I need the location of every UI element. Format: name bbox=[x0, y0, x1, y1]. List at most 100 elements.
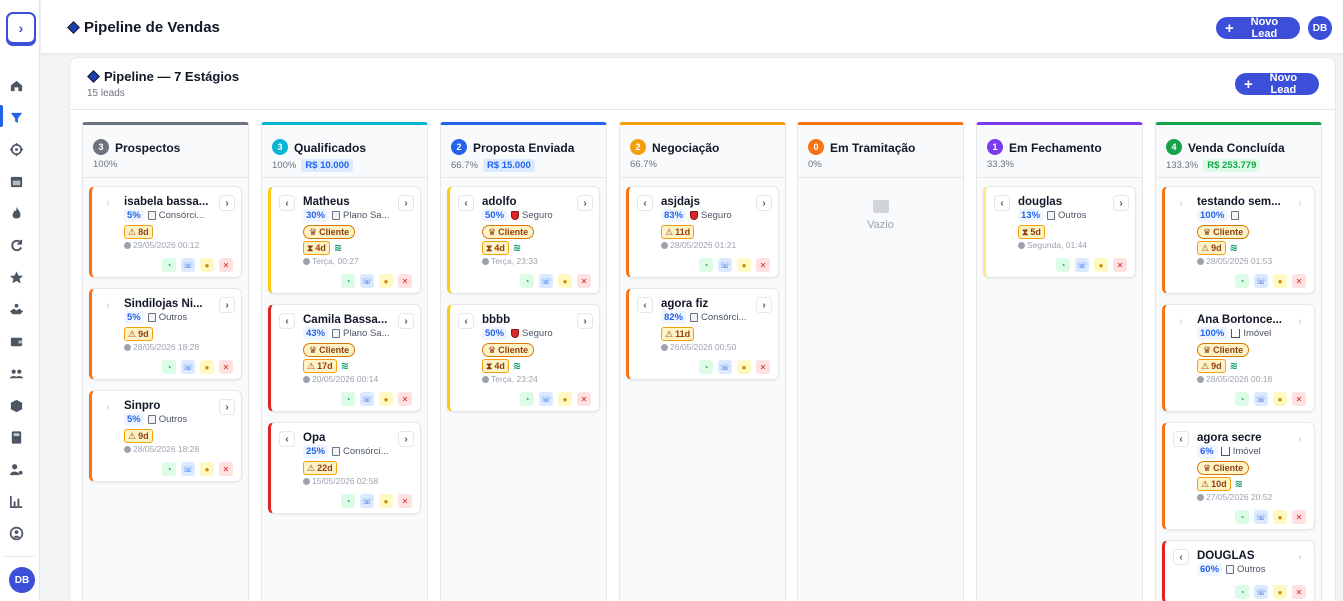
whatsapp-button[interactable]: ◔ bbox=[341, 274, 355, 288]
lead-card[interactable]: ‹ isabela bassa... › 5% Consórci... ⚠ 8d 29/05/… bbox=[89, 186, 242, 278]
move-next-button[interactable]: › bbox=[398, 431, 414, 447]
tip-button[interactable]: ● bbox=[737, 360, 751, 374]
tip-button[interactable]: ● bbox=[200, 360, 214, 374]
delete-button[interactable]: ✕ bbox=[577, 392, 591, 406]
move-next-button[interactable]: › bbox=[219, 399, 235, 415]
call-button[interactable]: ☏ bbox=[539, 392, 553, 406]
whatsapp-button[interactable]: ◔ bbox=[1235, 392, 1249, 406]
tip-button[interactable]: ● bbox=[558, 274, 572, 288]
tip-button[interactable]: ● bbox=[200, 258, 214, 272]
lead-card[interactable]: ‹ bbbb › 50% Seguro ♛ Cliente ⧗ 4d ≋ Terça, 23:24 ◔… bbox=[447, 304, 600, 412]
lead-card[interactable]: ‹ douglas › 13% Outros ⧗ 5d Segunda, 01:44 ◔ ☏ ● ✕ bbox=[983, 186, 1136, 278]
sidebar-nav-home[interactable] bbox=[7, 76, 25, 94]
call-button[interactable]: ☏ bbox=[181, 462, 195, 476]
move-prev-button[interactable]: ‹ bbox=[1173, 549, 1189, 565]
user-avatar[interactable]: DB bbox=[9, 567, 35, 593]
whatsapp-button[interactable]: ◔ bbox=[1056, 258, 1070, 272]
lead-card[interactable]: ‹ Sindilojas Ni... › 5% Outros ⚠ 9d 28/05/2026 … bbox=[89, 288, 242, 380]
lead-card[interactable]: ‹ testando sem... › 100% ♛ Cliente ⚠ 9d ≋ 28/05/2… bbox=[1162, 186, 1315, 294]
call-button[interactable]: ☏ bbox=[181, 360, 195, 374]
move-next-button[interactable]: › bbox=[756, 195, 772, 211]
move-prev-button[interactable]: ‹ bbox=[1173, 431, 1189, 447]
call-button[interactable]: ☏ bbox=[181, 258, 195, 272]
new-lead-button[interactable]: + Novo Lead bbox=[1216, 16, 1300, 40]
tip-button[interactable]: ● bbox=[1273, 585, 1287, 599]
lead-card[interactable]: ‹ Opa › 25% Consórci... ⚠ 22d 15/05/2026 02:58 ◔… bbox=[268, 422, 421, 514]
lead-card[interactable]: ‹ agora fiz › 82% Consórci... ⚠ 11d 26/05/2026 … bbox=[626, 288, 779, 380]
tip-button[interactable]: ● bbox=[379, 274, 393, 288]
move-next-button[interactable]: › bbox=[219, 195, 235, 211]
delete-button[interactable]: ✕ bbox=[1292, 392, 1306, 406]
move-next-button[interactable]: › bbox=[577, 313, 593, 329]
move-prev-button[interactable]: ‹ bbox=[637, 297, 653, 313]
lead-card[interactable]: ‹ Camila Bassa... › 43% Plano Sa... ♛ Cliente ⚠… bbox=[268, 304, 421, 412]
call-button[interactable]: ☏ bbox=[1254, 510, 1268, 524]
tip-button[interactable]: ● bbox=[379, 392, 393, 406]
move-next-button[interactable]: › bbox=[219, 297, 235, 313]
delete-button[interactable]: ✕ bbox=[219, 462, 233, 476]
sidebar-nav-chart[interactable] bbox=[7, 492, 25, 510]
tip-button[interactable]: ● bbox=[1273, 392, 1287, 406]
call-button[interactable]: ☏ bbox=[360, 274, 374, 288]
call-button[interactable]: ☏ bbox=[539, 274, 553, 288]
delete-button[interactable]: ✕ bbox=[219, 360, 233, 374]
call-button[interactable]: ☏ bbox=[718, 258, 732, 272]
pipeline-new-lead-button[interactable]: + Novo Lead bbox=[1235, 72, 1319, 96]
sidebar-nav-calculator[interactable] bbox=[7, 428, 25, 446]
sidebar-nav-star[interactable] bbox=[7, 268, 25, 286]
whatsapp-button[interactable]: ◔ bbox=[699, 258, 713, 272]
move-next-button[interactable]: › bbox=[398, 313, 414, 329]
call-button[interactable]: ☏ bbox=[1254, 585, 1268, 599]
call-button[interactable]: ☏ bbox=[718, 360, 732, 374]
delete-button[interactable]: ✕ bbox=[756, 258, 770, 272]
tip-button[interactable]: ● bbox=[1094, 258, 1108, 272]
sidebar-nav-user-circle[interactable] bbox=[7, 524, 25, 542]
move-prev-button[interactable]: ‹ bbox=[279, 313, 295, 329]
whatsapp-button[interactable]: ◔ bbox=[1235, 274, 1249, 288]
sidebar-nav-box[interactable] bbox=[7, 396, 25, 414]
lead-card[interactable]: ‹ Matheus › 30% Plano Sa... ♛ Cliente ⧗ 4d ≋ Terça… bbox=[268, 186, 421, 294]
sidebar-nav-calendar[interactable] bbox=[7, 172, 25, 190]
whatsapp-button[interactable]: ◔ bbox=[162, 360, 176, 374]
delete-button[interactable]: ✕ bbox=[1113, 258, 1127, 272]
whatsapp-button[interactable]: ◔ bbox=[162, 462, 176, 476]
lead-card[interactable]: ‹ agora secre › 6% Imóvel ♛ Cliente ⚠ 10d ≋ 27/05/… bbox=[1162, 422, 1315, 530]
call-button[interactable]: ☏ bbox=[1254, 392, 1268, 406]
lead-card[interactable]: ‹ DOUGLAS › 60% Outros ◔ ☏ ● ✕ bbox=[1162, 540, 1315, 601]
move-next-button[interactable]: › bbox=[1113, 195, 1129, 211]
delete-button[interactable]: ✕ bbox=[756, 360, 770, 374]
whatsapp-button[interactable]: ◔ bbox=[520, 274, 534, 288]
delete-button[interactable]: ✕ bbox=[1292, 274, 1306, 288]
tip-button[interactable]: ● bbox=[558, 392, 572, 406]
whatsapp-button[interactable]: ◔ bbox=[1235, 585, 1249, 599]
sidebar-nav-handshake[interactable] bbox=[7, 300, 25, 318]
whatsapp-button[interactable]: ◔ bbox=[1235, 510, 1249, 524]
lead-card[interactable]: ‹ adolfo › 50% Seguro ♛ Cliente ⧗ 4d ≋ Terça, 23:3… bbox=[447, 186, 600, 294]
delete-button[interactable]: ✕ bbox=[219, 258, 233, 272]
sidebar-nav-refresh[interactable] bbox=[7, 236, 25, 254]
move-prev-button[interactable]: ‹ bbox=[458, 313, 474, 329]
delete-button[interactable]: ✕ bbox=[1292, 510, 1306, 524]
tip-button[interactable]: ● bbox=[200, 462, 214, 476]
expand-sidebar-button[interactable]: › bbox=[6, 12, 36, 44]
move-next-button[interactable]: › bbox=[398, 195, 414, 211]
call-button[interactable]: ☏ bbox=[360, 494, 374, 508]
lead-card[interactable]: ‹ Ana Bortonce... › 100% Imóvel ♛ Cliente ⚠ 9d ≋ 2… bbox=[1162, 304, 1315, 412]
sidebar-nav-wallet[interactable] bbox=[7, 332, 25, 350]
move-prev-button[interactable]: ‹ bbox=[637, 195, 653, 211]
move-prev-button[interactable]: ‹ bbox=[994, 195, 1010, 211]
delete-button[interactable]: ✕ bbox=[398, 274, 412, 288]
move-prev-button[interactable]: ‹ bbox=[458, 195, 474, 211]
move-prev-button[interactable]: ‹ bbox=[279, 431, 295, 447]
tip-button[interactable]: ● bbox=[737, 258, 751, 272]
delete-button[interactable]: ✕ bbox=[398, 494, 412, 508]
tip-button[interactable]: ● bbox=[379, 494, 393, 508]
lead-card[interactable]: ‹ asjdajs › 83% Seguro ⚠ 11d 28/05/2026 01:21 ◔ ☏… bbox=[626, 186, 779, 278]
call-button[interactable]: ☏ bbox=[1254, 274, 1268, 288]
delete-button[interactable]: ✕ bbox=[1292, 585, 1306, 599]
tip-button[interactable]: ● bbox=[1273, 510, 1287, 524]
call-button[interactable]: ☏ bbox=[360, 392, 374, 406]
whatsapp-button[interactable]: ◔ bbox=[162, 258, 176, 272]
move-prev-button[interactable]: ‹ bbox=[279, 195, 295, 211]
sidebar-nav-flame[interactable] bbox=[7, 204, 25, 222]
